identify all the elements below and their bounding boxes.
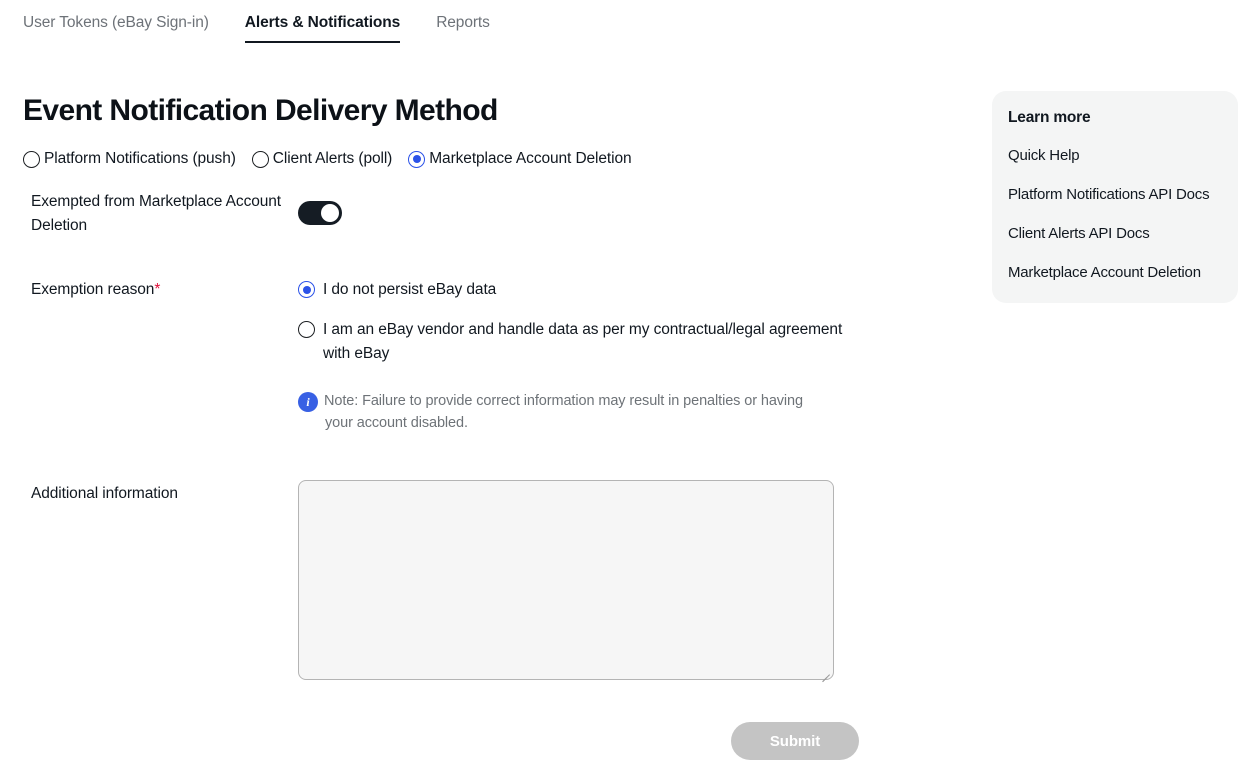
exemption-reason-label: Exemption reason* bbox=[23, 278, 298, 302]
additional-information-input[interactable] bbox=[298, 480, 834, 680]
radio-label: Client Alerts (poll) bbox=[272, 150, 393, 167]
radio-platform-notifications[interactable]: Platform Notifications (push) bbox=[23, 150, 236, 168]
additional-information-textarea-wrap bbox=[298, 480, 834, 683]
toggle-knob bbox=[321, 204, 339, 222]
main-tab-bar: User Tokens (eBay Sign-in) Alerts & Noti… bbox=[0, 0, 1251, 46]
exemption-reason-radio-group: I do not persist eBay data I am an eBay … bbox=[298, 278, 843, 434]
submit-button[interactable]: Submit bbox=[731, 722, 859, 760]
additional-information-label: Additional information bbox=[31, 485, 178, 502]
required-asterisk: * bbox=[154, 281, 161, 298]
radio-client-alerts[interactable]: Client Alerts (poll) bbox=[251, 150, 393, 168]
radio-label: I do not persist eBay data bbox=[323, 281, 497, 298]
exemption-note: i Note: Failure to provide correct infor… bbox=[298, 390, 828, 434]
radio-circle-icon bbox=[298, 321, 315, 338]
tab-user-tokens[interactable]: User Tokens (eBay Sign-in) bbox=[23, 0, 209, 43]
tab-alerts-notifications[interactable]: Alerts & Notifications bbox=[244, 0, 400, 43]
radio-label: I am an eBay vendor and handle data as p… bbox=[323, 321, 843, 362]
exempted-label: Exempted from Marketplace Account Deleti… bbox=[31, 193, 281, 234]
radio-do-not-persist[interactable]: I do not persist eBay data bbox=[298, 278, 843, 302]
info-icon: i bbox=[298, 392, 318, 412]
radio-circle-icon bbox=[23, 150, 40, 168]
learn-more-link-quick-help[interactable]: Quick Help bbox=[992, 147, 1238, 164]
exempted-field-row: Exempted from Marketplace Account Deleti… bbox=[23, 190, 923, 238]
radio-circle-selected-icon bbox=[408, 150, 426, 168]
exemption-note-text: Note: Failure to provide correct informa… bbox=[324, 393, 803, 431]
learn-more-title: Learn more bbox=[1008, 109, 1091, 126]
radio-circle-icon bbox=[251, 150, 269, 168]
learn-more-link-client-alerts-api-docs[interactable]: Client Alerts API Docs bbox=[992, 225, 1238, 242]
delivery-method-radio-group: Platform Notifications (push) Client Ale… bbox=[23, 150, 632, 168]
exemption-reason-label-text: Exemption reason bbox=[31, 281, 155, 298]
radio-marketplace-account-deletion[interactable]: Marketplace Account Deletion bbox=[408, 150, 632, 168]
learn-more-link-marketplace-account-deletion[interactable]: Marketplace Account Deletion bbox=[992, 264, 1238, 281]
radio-ebay-vendor[interactable]: I am an eBay vendor and handle data as p… bbox=[298, 318, 843, 366]
tab-reports[interactable]: Reports bbox=[436, 0, 490, 43]
learn-more-panel: Learn more Quick Help Platform Notificat… bbox=[992, 91, 1238, 303]
exemption-reason-field-row: Exemption reason* I do not persist eBay … bbox=[23, 278, 943, 434]
radio-circle-selected-icon bbox=[298, 281, 315, 298]
learn-more-link-platform-notifications-api-docs[interactable]: Platform Notifications API Docs bbox=[992, 186, 1238, 203]
page-title: Event Notification Delivery Method bbox=[23, 94, 498, 127]
radio-label: Marketplace Account Deletion bbox=[429, 150, 632, 167]
radio-label: Platform Notifications (push) bbox=[44, 150, 236, 167]
additional-information-field-row: Additional information bbox=[23, 480, 923, 683]
exempted-toggle-switch[interactable] bbox=[298, 201, 342, 225]
